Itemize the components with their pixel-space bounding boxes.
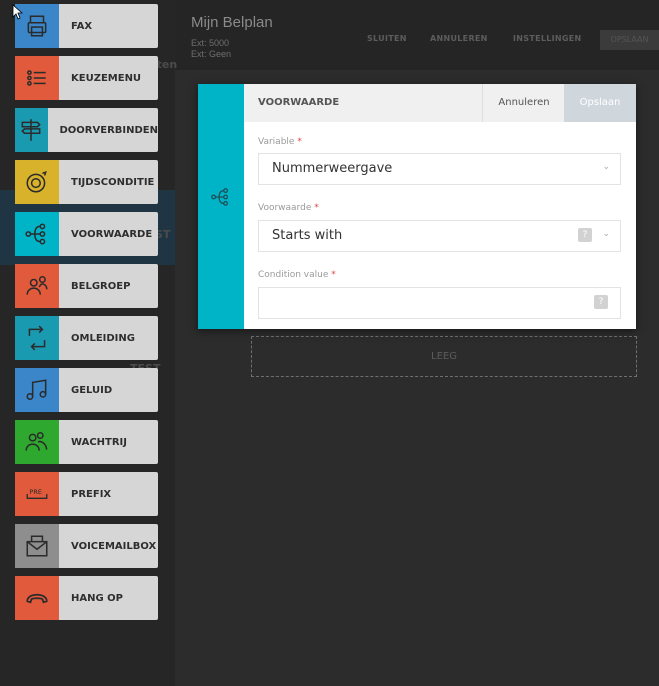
queue-icon — [15, 420, 59, 464]
menu-item-label: GELUID — [71, 384, 113, 396]
settings-link[interactable]: INSTELLINGEN — [513, 34, 582, 43]
prefix-icon: PRE — [15, 472, 59, 516]
required-mark: * — [314, 203, 319, 213]
menu-item-omleiding[interactable]: OMLEIDING — [15, 316, 158, 360]
dialog-title: VOORWAARDE — [258, 97, 340, 108]
required-mark: * — [331, 270, 336, 280]
help-icon[interactable]: ? — [594, 295, 608, 309]
condition-value-label-text: Condition value — [258, 270, 329, 280]
clock-icon — [15, 160, 59, 204]
menu-item-wachtrij[interactable]: WACHTRIJ — [15, 420, 158, 464]
menu-item-keuzemenu[interactable]: KEUZEMENU — [15, 56, 158, 100]
variable-label: Variable * — [258, 137, 302, 147]
redirect-icon — [15, 316, 59, 360]
menu-item-label: KEUZEMENU — [71, 72, 142, 84]
condition-dialog: VOORWAARDE Annuleren Opslaan Variable * … — [198, 84, 636, 329]
music-note-icon — [15, 368, 59, 412]
svg-text:PRE: PRE — [29, 488, 42, 496]
menu-item-label: BELGROEP — [71, 280, 131, 292]
app-frame: Mijn Belplan Ext: 5000 Ext: Geen SLUITEN… — [0, 0, 659, 686]
menu-item-label: PREFIX — [71, 488, 112, 500]
dialog-header: VOORWAARDE Annuleren Opslaan — [244, 84, 636, 122]
hang-up-icon — [15, 576, 59, 620]
menu-item-label: WACHTRIJ — [71, 436, 127, 448]
group-icon — [15, 264, 59, 308]
menu-item-voicemailbox[interactable]: VOICEMAILBOX — [15, 524, 158, 568]
variable-value: Nummerweergave — [272, 161, 393, 176]
menu-item-voorwaarde[interactable]: VOORWAARDE — [15, 212, 158, 256]
menu-item-doorverbinden[interactable]: DOORVERBINDEN — [15, 108, 158, 152]
menu-item-label: VOICEMAILBOX — [71, 540, 157, 552]
condition-value: Starts with — [272, 228, 343, 243]
branch-icon — [15, 212, 59, 256]
menu-item-belgroep[interactable]: BELGROEP — [15, 264, 158, 308]
variable-select[interactable]: Nummerweergave ⌄ — [258, 153, 621, 185]
menu-item-geluid[interactable]: GELUID — [15, 368, 158, 412]
menu-item-prefix[interactable]: PRE PREFIX — [15, 472, 158, 516]
condition-label: Voorwaarde * — [258, 203, 319, 213]
signpost-icon — [15, 108, 48, 152]
save-button[interactable]: Opslaan — [564, 84, 636, 122]
close-link[interactable]: SLUITEN — [367, 34, 407, 43]
dialog-accent-strip — [198, 84, 244, 329]
menu-item-label: OMLEIDING — [71, 332, 135, 344]
menu-item-hang-op[interactable]: HANG OP — [15, 576, 158, 620]
save-top-button[interactable]: OPSLAAN — [600, 30, 659, 50]
condition-value-input[interactable]: ? — [258, 287, 621, 319]
condition-value-label: Condition value * — [258, 270, 336, 280]
help-icon[interactable]: ? — [578, 228, 592, 242]
mouse-cursor-icon — [12, 4, 24, 20]
header: Mijn Belplan Ext: 5000 Ext: Geen SLUITEN… — [175, 0, 659, 70]
chevron-down-icon: ⌄ — [602, 162, 610, 172]
ext-line: Ext: 5000 — [191, 38, 230, 48]
page-title: Mijn Belplan — [191, 14, 273, 31]
condition-label-text: Voorwaarde — [258, 203, 312, 213]
menu-list-icon — [15, 56, 59, 100]
menu-item-label: DOORVERBINDEN — [59, 124, 159, 136]
menu-item-label: HANG OP — [71, 592, 123, 604]
cancel-button[interactable]: Annuleren — [482, 84, 565, 122]
ext2-line: Ext: Geen — [191, 49, 232, 59]
menu-item-label: FAX — [71, 20, 93, 32]
required-mark: * — [297, 137, 302, 147]
empty-slot[interactable]: LEEG — [251, 336, 637, 377]
variable-label-text: Variable — [258, 137, 295, 147]
branch-icon — [211, 188, 229, 206]
cancel-link[interactable]: ANNULEREN — [430, 34, 488, 43]
chevron-down-icon: ⌄ — [602, 229, 610, 239]
menu-item-label: TIJDSCONDITIE — [71, 176, 155, 188]
menu-item-fax[interactable]: FAX — [15, 4, 158, 48]
menu-item-tijdsconditie[interactable]: TIJDSCONDITIE — [15, 160, 158, 204]
envelope-icon — [15, 524, 59, 568]
menu-item-label: VOORWAARDE — [71, 228, 153, 240]
condition-select[interactable]: Starts with ? ⌄ — [258, 220, 621, 252]
